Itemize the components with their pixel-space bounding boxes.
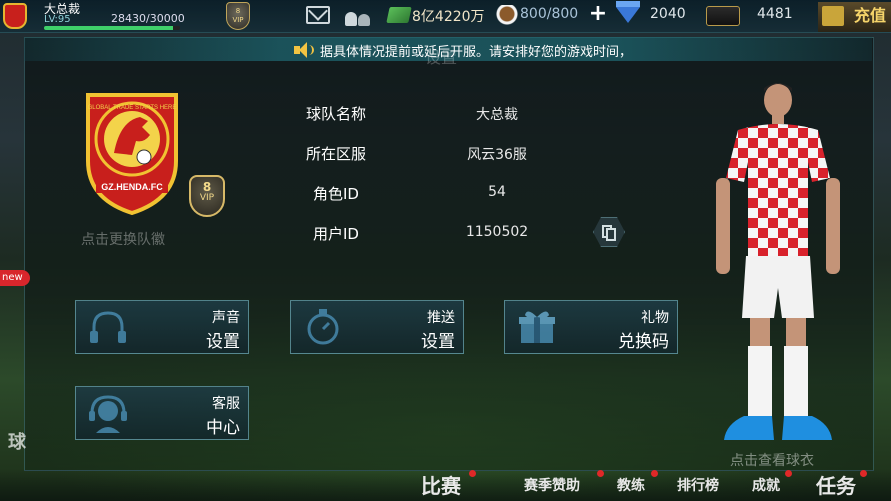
user-id-value: 1150502 (465, 224, 529, 240)
push-settings-button[interactable]: 推送 设置 (290, 300, 464, 354)
team-name-value: 大总裁 (476, 107, 518, 123)
team-avatar-icon[interactable] (3, 3, 27, 29)
player-model[interactable] (708, 78, 848, 448)
team-emblem[interactable]: GLOBAL TRADE STARTS HERE GZ.HENDA.FC (84, 91, 180, 215)
xp-counter: 28430/30000 (111, 12, 185, 25)
speaker-icon (294, 42, 314, 58)
push-button-big: 设置 (421, 332, 455, 352)
money-amount: 8亿4220万 (412, 9, 485, 25)
vip-medal-label: VIP (199, 193, 215, 203)
add-stamina-button[interactable]: + (588, 3, 608, 26)
new-badge[interactable]: new (0, 270, 30, 286)
nav-coach[interactable]: 教练 (617, 475, 645, 495)
vip-level: 8 (235, 7, 241, 15)
view-jersey-link[interactable]: 点击查看球衣 (730, 450, 814, 470)
coffee-stamina-icon (496, 5, 518, 25)
vip-medal-icon: 8 VIP (189, 175, 225, 217)
push-button-small: 推送 (427, 310, 455, 326)
headphones-icon (90, 311, 126, 343)
vip-badge-icon[interactable]: 8 VIP (226, 2, 250, 30)
match-notification-dot (469, 470, 476, 477)
achievement-notification-dot (785, 470, 792, 477)
money-icon (386, 7, 412, 23)
change-emblem-link[interactable]: 点击更换队徽 (81, 229, 165, 249)
friends-icon[interactable] (345, 6, 371, 26)
xp-progress-bar (44, 26, 180, 30)
team-name-label: 球队名称 (305, 105, 366, 123)
sound-button-big: 设置 (206, 332, 240, 352)
coach-notification-dot (651, 470, 658, 477)
mail-icon[interactable] (306, 6, 330, 24)
role-id-label: 角色ID (313, 185, 359, 203)
vip-label: VIP (232, 16, 244, 24)
server-label: 所在区服 (305, 145, 366, 163)
gift-button-big: 兑换码 (618, 332, 669, 352)
nav-achievement[interactable]: 成就 (752, 475, 780, 495)
headset-icon (89, 395, 127, 433)
gift-button-small: 礼物 (641, 310, 669, 326)
stopwatch-icon (307, 309, 339, 345)
server-value: 风云36服 (467, 147, 527, 163)
notice-text: 据具体情况提前或延后开服。请安排好您的游戏时间， (320, 45, 633, 60)
customer-service-button[interactable]: 客服 中心 (75, 386, 249, 440)
service-button-big: 中心 (206, 418, 240, 438)
user-id-label: 用户ID (313, 225, 359, 243)
gold-bar-icon (706, 6, 740, 26)
side-ball-label: 球 (8, 432, 26, 453)
diamond-amount: 2040 (650, 6, 686, 22)
sound-settings-button[interactable]: 声音 设置 (75, 300, 249, 354)
recharge-icon (822, 6, 844, 26)
nav-ranking[interactable]: 排行榜 (677, 475, 719, 495)
emblem-motto: GLOBAL TRADE STARTS HERE (88, 105, 177, 111)
nav-tasks[interactable]: 任务 (816, 470, 856, 499)
gift-code-button[interactable]: 礼物 兑换码 (504, 300, 678, 354)
nav-match[interactable]: 比赛 (421, 470, 461, 499)
gold-amount: 4481 (757, 6, 793, 22)
vip-medal-number: 8 (202, 180, 212, 194)
gift-icon (519, 311, 555, 343)
season-notification-dot (597, 470, 604, 477)
player-level: LV:95 (44, 14, 71, 25)
emblem-club-name: GZ.HENDA.FC (101, 182, 163, 192)
stamina-amount: 800/800 (520, 6, 579, 22)
role-id-value: 54 (488, 184, 506, 200)
xp-progress-fill (44, 26, 173, 30)
nav-season-sponsor[interactable]: 赛季赞助 (524, 475, 580, 495)
diamond-icon (616, 1, 640, 23)
service-button-small: 客服 (212, 396, 240, 412)
tasks-notification-dot (860, 470, 867, 477)
sound-button-small: 声音 (212, 310, 240, 326)
